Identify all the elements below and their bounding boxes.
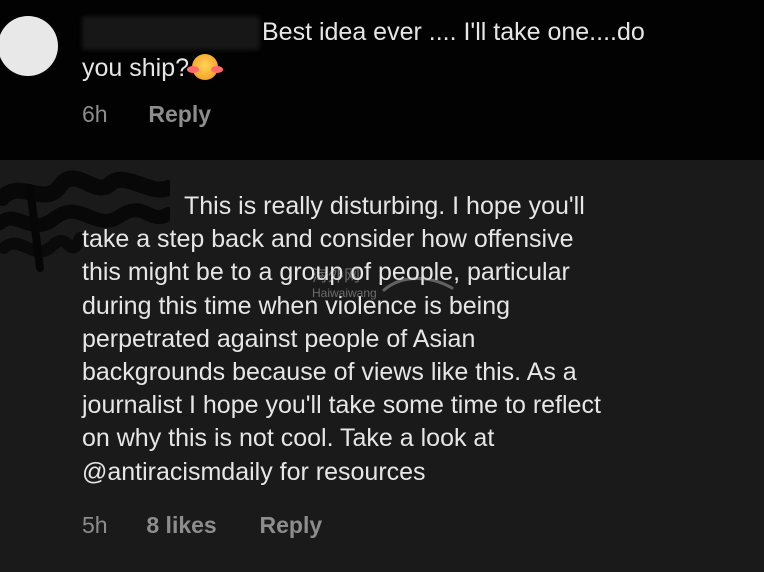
- comment-2-line: take a step back and consider how offens…: [82, 225, 574, 254]
- comment-1-text-line-2: you ship?: [82, 54, 190, 82]
- comment-2-timestamp: 5h: [82, 512, 108, 538]
- comment-2-text: This is really disturbing. I hope you'll…: [82, 190, 752, 489]
- comment-1: Best idea ever .... I'll take one....do …: [0, 0, 764, 160]
- avatar[interactable]: [0, 16, 58, 76]
- comment-2-line: on why this is not cool. Take a look at: [82, 424, 495, 453]
- watermark-swoosh-icon: [382, 276, 454, 292]
- comment-2-likes-button[interactable]: 8 likes: [146, 512, 216, 538]
- comment-2-line: journalist I hope you'll take some time …: [82, 391, 601, 420]
- comment-2-meta: 5h 8 likes Reply: [82, 510, 322, 540]
- redacted-username: [82, 16, 260, 50]
- smiling-face-with-hearts-icon: [187, 54, 224, 80]
- comments-screenshot: Best idea ever .... I'll take one....do …: [0, 0, 764, 572]
- comment-1-timestamp: 6h: [82, 101, 108, 127]
- comment-2-line: perpetrated against people of Asian: [82, 324, 476, 353]
- comment-2-reply-button[interactable]: Reply: [260, 512, 323, 538]
- comment-2-line: backgrounds because of views like this. …: [82, 358, 577, 387]
- comment-1-meta: 6h Reply: [82, 99, 211, 129]
- comment-2-mention-line[interactable]: @antiracismdaily for resources: [82, 456, 752, 489]
- comment-1-text-line-2-wrapper: you ship?: [82, 50, 224, 86]
- comment-1-reply-button[interactable]: Reply: [148, 101, 211, 127]
- comment-1-text-line-1: Best idea ever .... I'll take one....do: [262, 18, 645, 46]
- comment-2-line: This is really disturbing. I hope you'll: [184, 192, 585, 220]
